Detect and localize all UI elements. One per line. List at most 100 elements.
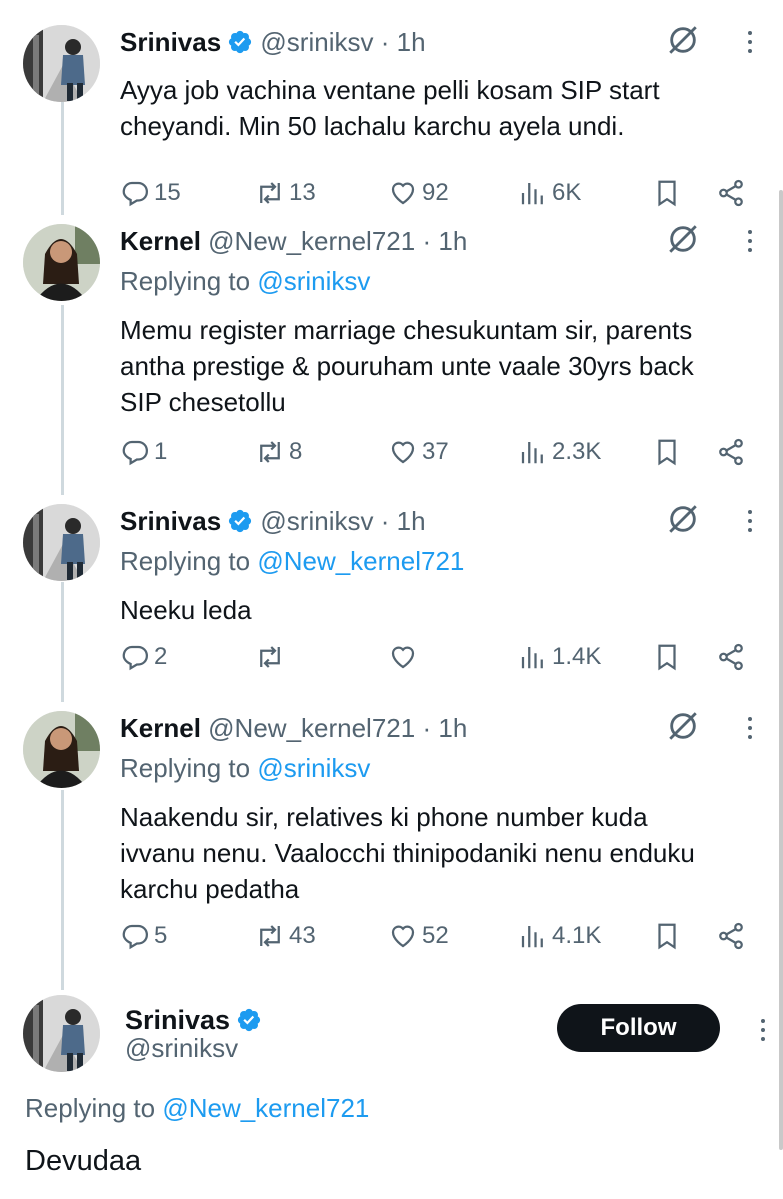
bookmark-button[interactable] — [652, 916, 686, 956]
share-button[interactable] — [716, 916, 750, 956]
like-button[interactable]: 37 — [388, 432, 449, 472]
views-icon — [521, 926, 543, 948]
share-button[interactable] — [716, 432, 750, 472]
like-count: 37 — [422, 438, 449, 465]
author-name[interactable]: Srinivas — [120, 506, 221, 536]
reply-icon — [122, 645, 149, 671]
grok-icon[interactable] — [666, 709, 700, 743]
tweet-header: Kernel @New_kernel721 · 1h — [120, 711, 467, 745]
tweet-text-line: Memu register marriage chesukuntam sir, … — [120, 315, 693, 345]
reply-icon — [122, 924, 149, 950]
replying-label: Replying to — [120, 753, 251, 783]
reply-count: 2 — [154, 643, 168, 670]
follow-button[interactable]: Follow — [557, 1004, 720, 1052]
tweet[interactable]: Srinivas @sriniksv · 1h Ayya job vachina … — [0, 25, 770, 218]
grok-icon[interactable] — [666, 502, 700, 536]
author-handle[interactable]: @sriniksv — [260, 506, 373, 536]
author-handle[interactable]: @sriniksv — [260, 27, 373, 57]
heart-icon — [391, 925, 415, 948]
avatar[interactable] — [23, 504, 100, 581]
view-count: 2.3K — [552, 438, 602, 465]
separator: · — [380, 506, 390, 536]
avatar[interactable] — [23, 224, 100, 301]
bookmark-icon — [658, 439, 676, 466]
heart-icon — [391, 646, 415, 669]
tweet-header: Srinivas @sriniksv · 1h — [120, 25, 426, 59]
grok-icon[interactable] — [666, 23, 700, 57]
mention-link[interactable]: @New_kernel721 — [162, 1093, 369, 1123]
repost-icon — [260, 925, 280, 947]
more-icon[interactable] — [745, 711, 755, 745]
reply-count: 1 — [154, 438, 168, 465]
more-icon[interactable] — [745, 25, 755, 59]
more-icon[interactable] — [745, 224, 755, 258]
heart-icon — [391, 182, 415, 205]
repost-button[interactable]: 13 — [255, 173, 316, 213]
avatar[interactable] — [23, 711, 100, 788]
author-handle[interactable]: @sriniksv — [125, 1033, 238, 1064]
repost-count: 43 — [289, 922, 316, 949]
author-name[interactable]: Kernel — [120, 713, 201, 743]
tweet-text: Ayya job vachina ventane pelli kosam SIP… — [120, 72, 760, 144]
author-handle[interactable]: @New_kernel721 — [208, 713, 415, 743]
like-button[interactable]: 92 — [388, 173, 449, 213]
author-name[interactable]: Srinivas — [120, 27, 221, 57]
avatar[interactable] — [23, 25, 100, 102]
reply-count: 15 — [154, 179, 181, 206]
tweet-text-line: ivvanu nenu. Vaalocchi thinipodaniki nen… — [120, 838, 695, 868]
separator: · — [380, 27, 390, 57]
repost-button[interactable]: 8 — [255, 432, 302, 472]
tweet-header: Kernel @New_kernel721 · 1h — [120, 224, 467, 258]
repost-icon — [260, 441, 280, 463]
views-button[interactable]: 1.4K — [518, 637, 601, 677]
tweet-text-line: antha prestige & pouruham unte vaale 30y… — [120, 351, 694, 381]
author-name[interactable]: Kernel — [120, 226, 201, 256]
share-button[interactable] — [716, 637, 750, 677]
reply-button[interactable]: 15 — [120, 173, 181, 213]
action-bar: 2 1.4K — [120, 637, 760, 677]
view-count: 6K — [552, 179, 582, 206]
reply-icon — [122, 181, 149, 207]
verified-badge-icon — [229, 509, 252, 533]
tweet-text-line: Neeku leda — [120, 595, 252, 625]
repost-count: 8 — [289, 438, 303, 465]
share-button[interactable] — [716, 173, 750, 213]
timestamp[interactable]: 1h — [397, 506, 426, 536]
timestamp[interactable]: 1h — [397, 27, 426, 57]
bookmark-button[interactable] — [652, 432, 686, 472]
like-count: 52 — [422, 922, 449, 949]
tweet[interactable]: Kernel @New_kernel721 · 1h Replying to @s… — [0, 711, 770, 961]
author-name[interactable]: Srinivas — [125, 1005, 230, 1035]
separator: · — [422, 226, 432, 256]
bookmark-icon — [658, 923, 676, 950]
bookmark-button[interactable] — [652, 637, 686, 677]
mention-link[interactable]: @sriniksv — [257, 753, 370, 783]
like-button[interactable] — [388, 637, 422, 677]
more-icon[interactable] — [758, 1013, 768, 1047]
reply-button[interactable]: 1 — [120, 432, 167, 472]
repost-button[interactable]: 43 — [255, 916, 316, 956]
repost-icon — [260, 646, 280, 668]
author-handle[interactable]: @New_kernel721 — [208, 226, 415, 256]
timestamp[interactable]: 1h — [438, 713, 467, 743]
timestamp[interactable]: 1h — [438, 226, 467, 256]
reply-button[interactable]: 5 — [120, 916, 167, 956]
views-button[interactable]: 6K — [518, 173, 581, 213]
bookmark-button[interactable] — [652, 173, 686, 213]
avatar[interactable] — [23, 995, 100, 1072]
mention-link[interactable]: @New_kernel721 — [257, 546, 464, 576]
tweet[interactable]: Kernel @New_kernel721 · 1h Replying to @s… — [0, 224, 770, 477]
like-button[interactable]: 52 — [388, 916, 449, 956]
tweet-text: Naakendu sir, relatives ki phone number … — [120, 799, 760, 907]
action-bar: 15 13 92 6K — [120, 173, 760, 213]
more-icon[interactable] — [745, 504, 755, 538]
tweet[interactable]: Srinivas @sriniksv · 1h Replying to @New_… — [0, 504, 770, 682]
grok-icon[interactable] — [666, 222, 700, 256]
repost-button[interactable] — [255, 637, 289, 677]
reply-button[interactable]: 2 — [120, 637, 167, 677]
mention-link[interactable]: @sriniksv — [257, 266, 370, 296]
views-button[interactable]: 2.3K — [518, 432, 601, 472]
tweet-text: Devudaa — [25, 1145, 142, 1177]
reply-icon — [122, 440, 149, 466]
views-button[interactable]: 4.1K — [518, 916, 601, 956]
